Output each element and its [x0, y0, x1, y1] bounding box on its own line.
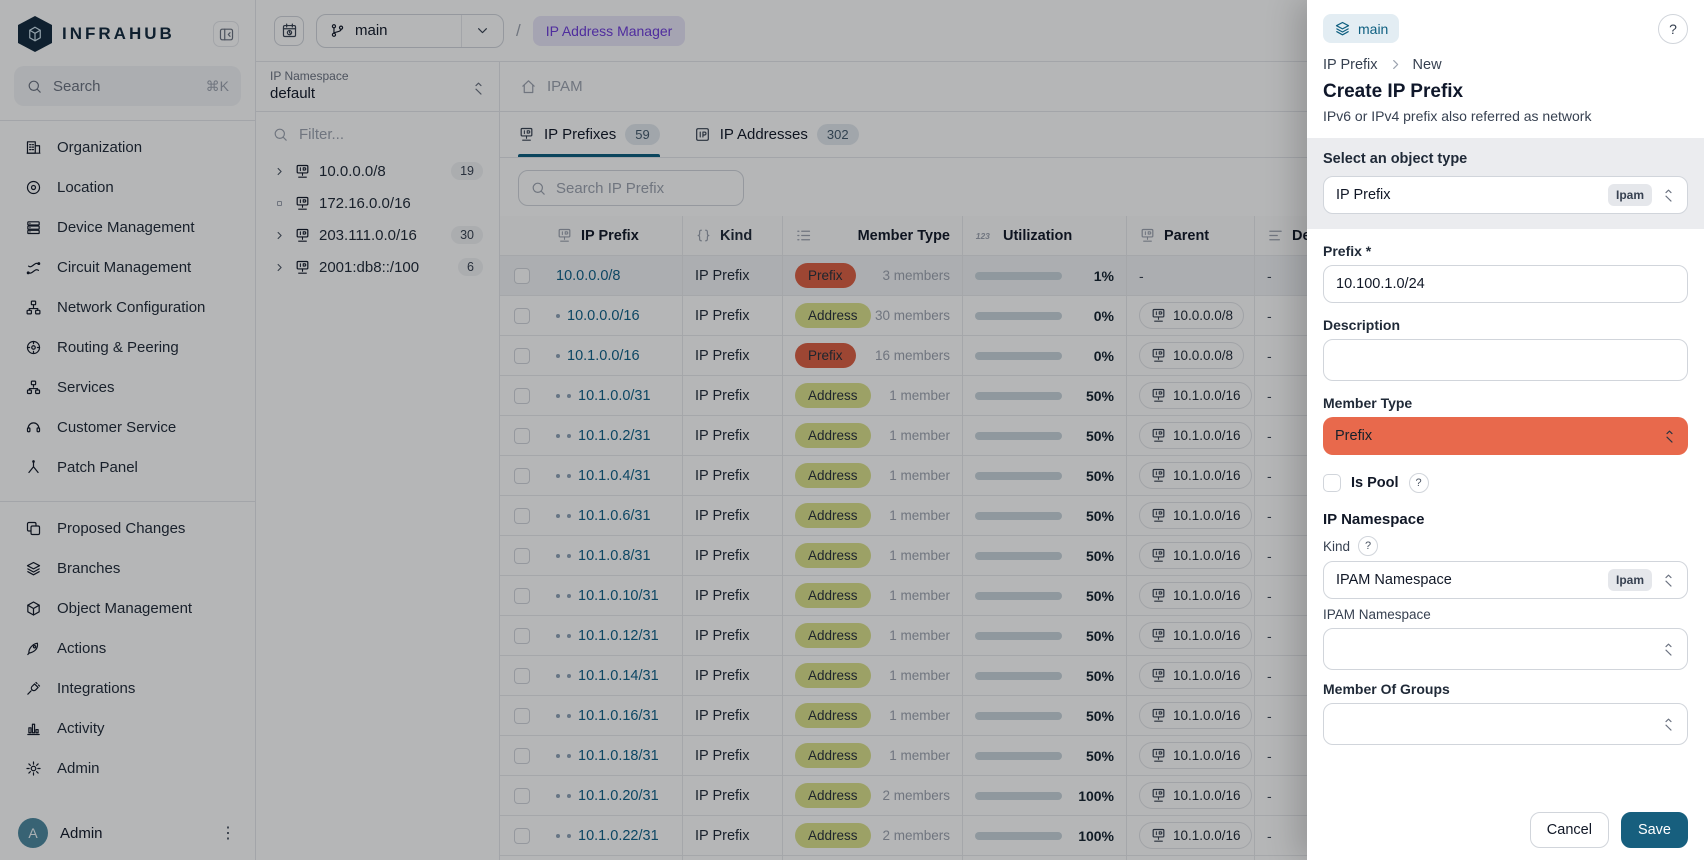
- member-type-value: Prefix: [1335, 428, 1372, 444]
- ipam-namespace-label: IPAM Namespace: [1323, 607, 1688, 622]
- object-type-label: Select an object type: [1323, 151, 1688, 167]
- kind-label: Kind: [1323, 539, 1350, 554]
- object-type-value: IP Prefix: [1336, 187, 1391, 203]
- kind-badge: Ipam: [1608, 569, 1652, 591]
- drawer-title: Create IP Prefix: [1323, 81, 1688, 103]
- infrahub-app: INFRAHUB Search ⌘K OrganizationLocationD…: [0, 0, 1704, 860]
- chevron-updown-icon: [1660, 716, 1677, 733]
- drawer-branch-name: main: [1358, 21, 1388, 37]
- member-of-groups-label: Member Of Groups: [1323, 681, 1688, 697]
- prefix-field-label: Prefix *: [1323, 243, 1688, 259]
- chevron-updown-icon: [1661, 428, 1678, 445]
- member-of-groups-select[interactable]: [1323, 703, 1688, 745]
- branch-layers-icon: [1334, 20, 1351, 37]
- drawer-footer: Cancel Save: [1323, 798, 1688, 848]
- create-prefix-drawer: main ? IP Prefix New Create IP Prefix IP…: [1307, 0, 1704, 860]
- cancel-button[interactable]: Cancel: [1530, 812, 1609, 848]
- kind-select[interactable]: IPAM Namespace Ipam: [1323, 561, 1688, 599]
- is-pool-help-icon[interactable]: ?: [1409, 473, 1429, 493]
- object-type-badge: Ipam: [1608, 184, 1652, 206]
- is-pool-row: Is Pool ?: [1323, 473, 1688, 493]
- object-type-section: Select an object type IP Prefix Ipam: [1307, 138, 1704, 229]
- drawer-subtitle: IPv6 or IPv4 prefix also referred as net…: [1323, 108, 1688, 124]
- chevron-updown-icon: [1660, 572, 1677, 589]
- is-pool-label: Is Pool: [1351, 475, 1399, 491]
- member-type-field-label: Member Type: [1323, 395, 1688, 411]
- help-button[interactable]: ?: [1658, 14, 1688, 44]
- member-type-select[interactable]: Prefix: [1323, 417, 1688, 455]
- ipam-namespace-select[interactable]: [1323, 628, 1688, 670]
- chevron-right-icon: [1387, 56, 1404, 73]
- create-prefix-form: Prefix * Description Member Type Prefix …: [1307, 229, 1704, 860]
- save-button[interactable]: Save: [1621, 812, 1688, 848]
- chevron-updown-icon: [1660, 641, 1677, 658]
- drawer-breadcrumb-root[interactable]: IP Prefix: [1323, 57, 1378, 73]
- prefix-field-input[interactable]: [1323, 265, 1688, 303]
- ip-namespace-section-label: IP Namespace: [1323, 511, 1688, 528]
- kind-value: IPAM Namespace: [1336, 572, 1452, 588]
- kind-help-icon[interactable]: ?: [1358, 536, 1378, 556]
- drawer-breadcrumb: IP Prefix New: [1323, 56, 1688, 73]
- drawer-breadcrumb-leaf: New: [1413, 57, 1442, 73]
- drawer-header: main ? IP Prefix New Create IP Prefix IP…: [1307, 0, 1704, 138]
- description-field-label: Description: [1323, 317, 1688, 333]
- description-field-textarea[interactable]: [1323, 339, 1688, 381]
- is-pool-checkbox[interactable]: [1323, 474, 1341, 492]
- drawer-branch-badge: main: [1323, 14, 1399, 43]
- chevron-updown-icon: [1660, 187, 1677, 204]
- kind-label-row: Kind ?: [1323, 536, 1688, 556]
- object-type-select[interactable]: IP Prefix Ipam: [1323, 176, 1688, 214]
